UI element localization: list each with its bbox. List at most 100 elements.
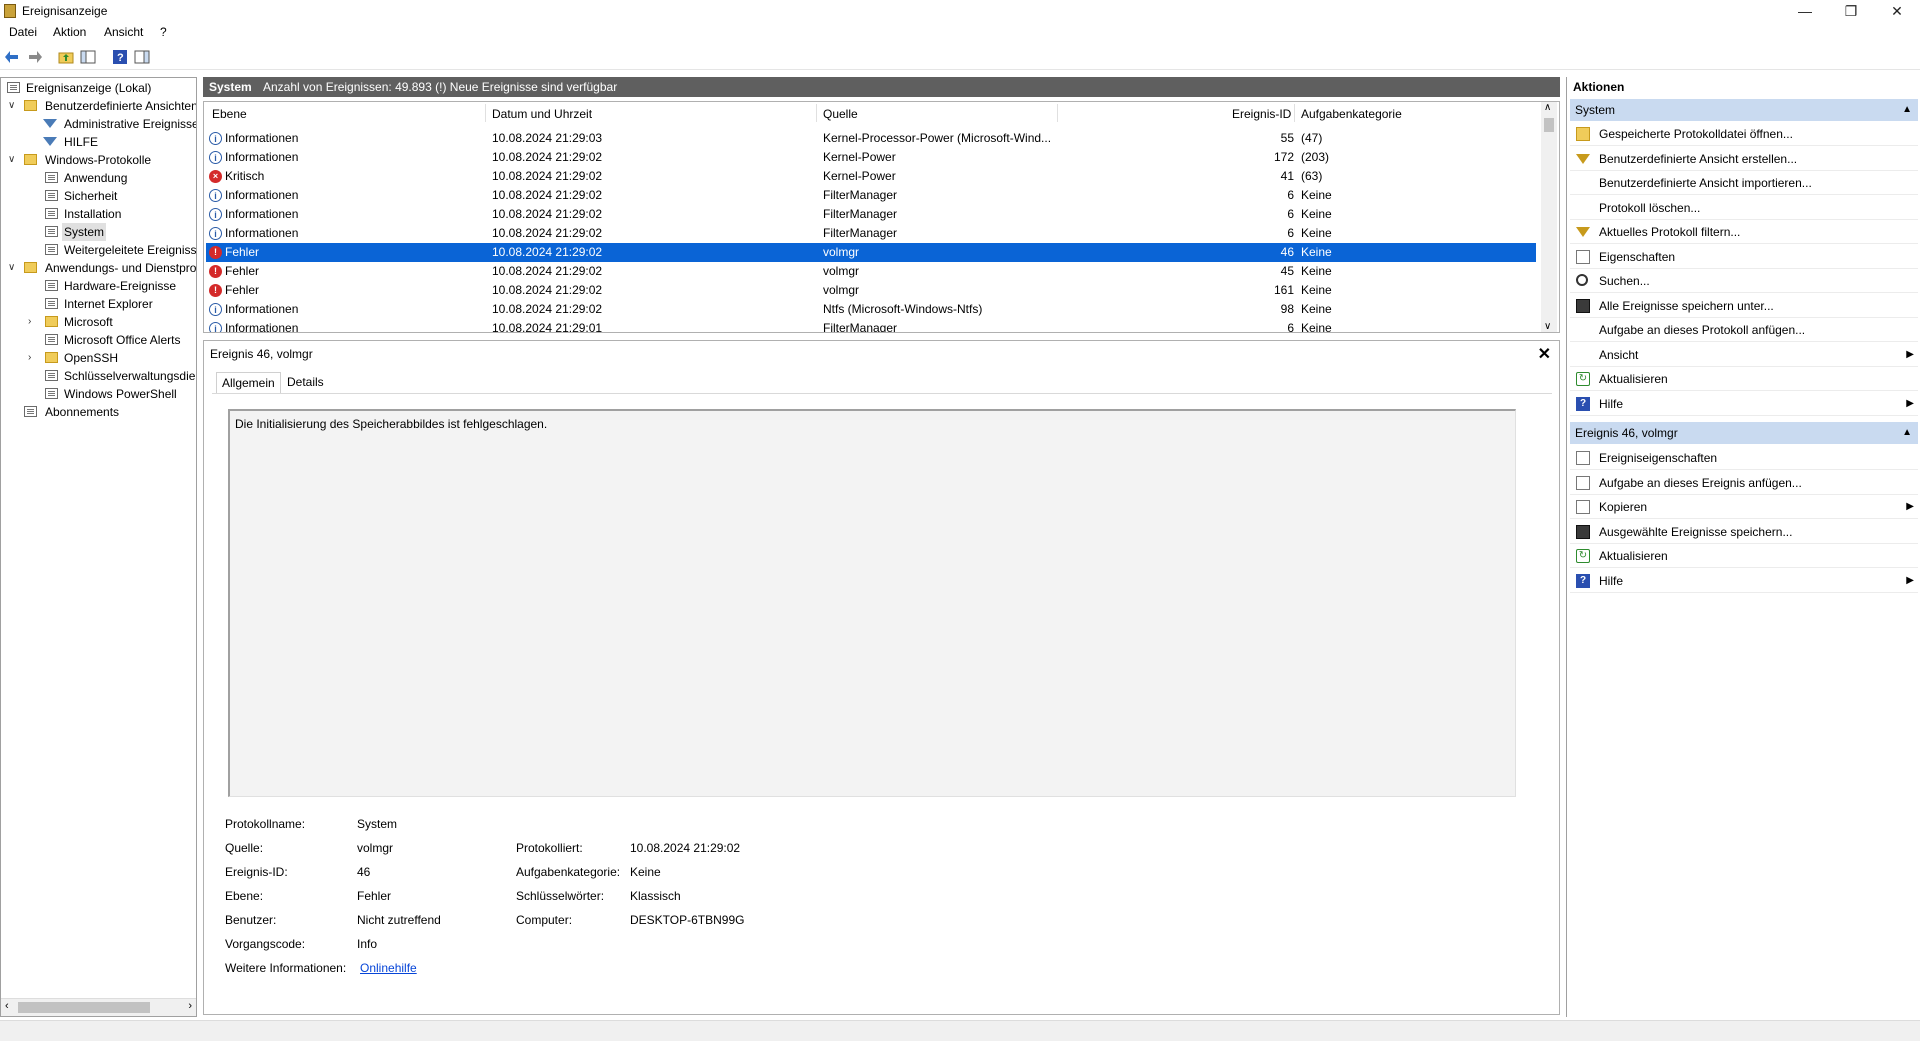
event-row[interactable]: ! Fehler 10.08.2024 21:29:02 volmgr 46 Keine	[206, 243, 1536, 262]
tree-label: Microsoft Office Alerts	[64, 333, 181, 347]
event-row[interactable]: ! Fehler 10.08.2024 21:29:02 volmgr 45 Keine	[206, 262, 1536, 281]
scroll-right-arrow-icon[interactable]: ›	[188, 1000, 192, 1012]
action-item[interactable]: Aufgabe an dieses Ereignis anfügen...	[1570, 471, 1918, 495]
menu-bar: Datei Aktion Ansicht ?	[0, 22, 1920, 42]
navigation-tree: Ereignisanzeige (Lokal) ∨ Benutzerdefini…	[0, 77, 197, 1017]
tab-allgemein[interactable]: Allgemein	[216, 372, 281, 393]
scroll-down-arrow-icon[interactable]: ∨	[1544, 321, 1551, 332]
event-message-box[interactable]: Die Initialisierung des Speicherabbildes…	[228, 409, 1516, 797]
action-item[interactable]: Suchen...	[1570, 269, 1918, 293]
action-item[interactable]: Ausgewählte Ereignisse speichern...	[1570, 520, 1918, 544]
column-header-level[interactable]: Ebene	[212, 107, 247, 121]
event-message: Die Initialisierung des Speicherabbildes…	[235, 417, 548, 431]
cell-date: 10.08.2024 21:29:02	[492, 226, 603, 240]
error-icon: !	[209, 284, 222, 297]
log-icon	[45, 370, 58, 381]
forward-arrow-icon[interactable]	[27, 49, 43, 65]
column-header-date[interactable]: Datum und Uhrzeit	[492, 107, 592, 121]
section-label: System	[1575, 103, 1616, 117]
show-action-pane-icon[interactable]	[134, 49, 150, 65]
action-item[interactable]: Ereigniseigenschaften	[1570, 446, 1918, 470]
online-help-link[interactable]: Onlinehilfe	[360, 961, 417, 975]
close-icon[interactable]: ✕	[1538, 344, 1551, 364]
column-separator[interactable]	[1057, 104, 1058, 122]
event-row[interactable]: i Informationen 10.08.2024 21:29:02 FilterM…	[206, 224, 1536, 243]
restore-button[interactable]: ❐	[1828, 0, 1874, 22]
info-icon: i	[209, 151, 222, 164]
back-arrow-icon[interactable]	[4, 49, 20, 65]
cell-source: Ntfs (Microsoft-Windows-Ntfs)	[823, 302, 983, 316]
submenu-arrow-icon: ▶	[1906, 348, 1914, 360]
help-icon[interactable]: ?	[112, 49, 128, 65]
menu-ansicht[interactable]: Ansicht	[104, 25, 143, 39]
action-item[interactable]: Protokoll löschen...	[1570, 196, 1918, 220]
scrollbar-thumb[interactable]	[1544, 118, 1554, 132]
menu-aktion[interactable]: Aktion	[53, 25, 86, 39]
action-item[interactable]: ? Hilfe ▶	[1570, 569, 1918, 593]
refresh-icon: ↻	[1576, 549, 1590, 563]
menu-help[interactable]: ?	[160, 25, 167, 39]
event-row[interactable]: i Informationen 10.08.2024 21:29:02 FilterM…	[206, 205, 1536, 224]
chevron-down-icon[interactable]: ∨	[8, 259, 18, 277]
column-header-source[interactable]: Quelle	[823, 107, 858, 121]
action-item[interactable]: ↻ Aktualisieren	[1570, 544, 1918, 568]
action-label: Benutzerdefinierte Ansicht importieren..…	[1599, 176, 1812, 190]
chevron-down-icon[interactable]: ∨	[8, 151, 18, 169]
close-window-button[interactable]: ✕	[1874, 0, 1920, 22]
scroll-up-arrow-icon[interactable]: ∧	[1544, 102, 1551, 113]
chevron-up-icon[interactable]: ▲	[1902, 99, 1912, 121]
cell-level: Informationen	[225, 207, 299, 221]
cell-level: Fehler	[225, 264, 260, 278]
tree-node-system[interactable]: System	[5, 223, 107, 241]
action-label: Protokoll löschen...	[1599, 200, 1701, 215]
menu-datei[interactable]: Datei	[9, 25, 37, 39]
action-label: Suchen...	[1599, 274, 1650, 288]
action-item[interactable]: Kopieren ▶	[1570, 495, 1918, 519]
column-separator[interactable]	[485, 104, 486, 122]
minimize-button[interactable]: —	[1782, 0, 1828, 22]
cell-level: Informationen	[225, 321, 299, 333]
action-item[interactable]: ? Hilfe ▶	[1570, 392, 1918, 416]
event-row[interactable]: i Informationen 10.08.2024 21:29:01 FilterM…	[206, 319, 1536, 333]
action-item[interactable]: Aktuelles Protokoll filtern...	[1570, 220, 1918, 244]
cell-task-category: (47)	[1301, 131, 1323, 145]
cell-task-category: (63)	[1301, 169, 1323, 183]
event-row[interactable]: ! Fehler 10.08.2024 21:29:02 volmgr 161 Keine	[206, 281, 1536, 300]
chevron-up-icon[interactable]: ▲	[1902, 422, 1912, 444]
cell-date: 10.08.2024 21:29:02	[492, 188, 603, 202]
actions-section-system[interactable]: System ▲	[1570, 99, 1918, 121]
show-hide-tree-icon[interactable]	[80, 49, 96, 65]
action-item[interactable]: Benutzerdefinierte Ansicht erstellen...	[1570, 147, 1918, 171]
cell-source: Kernel-Power	[823, 169, 896, 183]
action-label: Ereigniseigenschaften	[1599, 451, 1718, 465]
column-header-event-id[interactable]: Ereignis-ID	[1232, 107, 1291, 121]
event-row[interactable]: i Informationen 10.08.2024 21:29:02 Kernel-…	[206, 148, 1536, 167]
event-row[interactable]: i Informationen 10.08.2024 21:29:02 Ntfs (M…	[206, 300, 1536, 319]
up-folder-icon[interactable]	[58, 49, 74, 65]
tree-label: Hardware-Ereignisse	[64, 279, 177, 293]
log-icon	[45, 298, 58, 309]
chevron-right-icon[interactable]: ›	[28, 349, 38, 367]
column-separator[interactable]	[816, 104, 817, 122]
event-row[interactable]: i Informationen 10.08.2024 21:29:02 FilterM…	[206, 186, 1536, 205]
chevron-down-icon[interactable]: ∨	[8, 97, 18, 115]
action-item[interactable]: Gespeicherte Protokolldatei öffnen...	[1570, 122, 1918, 146]
action-item[interactable]: Ansicht ▶	[1570, 343, 1918, 367]
event-row[interactable]: i Informationen 10.08.2024 21:29:03 Kernel-…	[206, 129, 1536, 148]
scrollbar-thumb[interactable]	[18, 1002, 150, 1013]
action-item[interactable]: Eigenschaften	[1570, 245, 1918, 269]
scroll-left-arrow-icon[interactable]: ‹	[5, 1000, 9, 1012]
actions-section-event[interactable]: Ereignis 46, volmgr ▲	[1570, 422, 1918, 444]
action-item[interactable]: Aufgabe an dieses Protokoll anfügen...	[1570, 318, 1918, 342]
action-item[interactable]: Alle Ereignisse speichern unter...	[1570, 294, 1918, 318]
tab-details[interactable]: Details	[282, 372, 329, 392]
event-list-vertical-scrollbar[interactable]: ∧ ∨	[1541, 102, 1557, 332]
column-header-task-category[interactable]: Aufgabenkategorie	[1301, 107, 1402, 121]
column-separator[interactable]	[1294, 104, 1295, 122]
subscriptions-icon	[24, 406, 37, 417]
tree-horizontal-scrollbar[interactable]: ‹ ›	[1, 998, 196, 1016]
event-row[interactable]: × Kritisch 10.08.2024 21:29:02 Kernel-Power…	[206, 167, 1536, 186]
action-item[interactable]: Benutzerdefinierte Ansicht importieren..…	[1570, 171, 1918, 195]
chevron-right-icon[interactable]: ›	[28, 313, 38, 331]
action-item[interactable]: ↻ Aktualisieren	[1570, 367, 1918, 391]
